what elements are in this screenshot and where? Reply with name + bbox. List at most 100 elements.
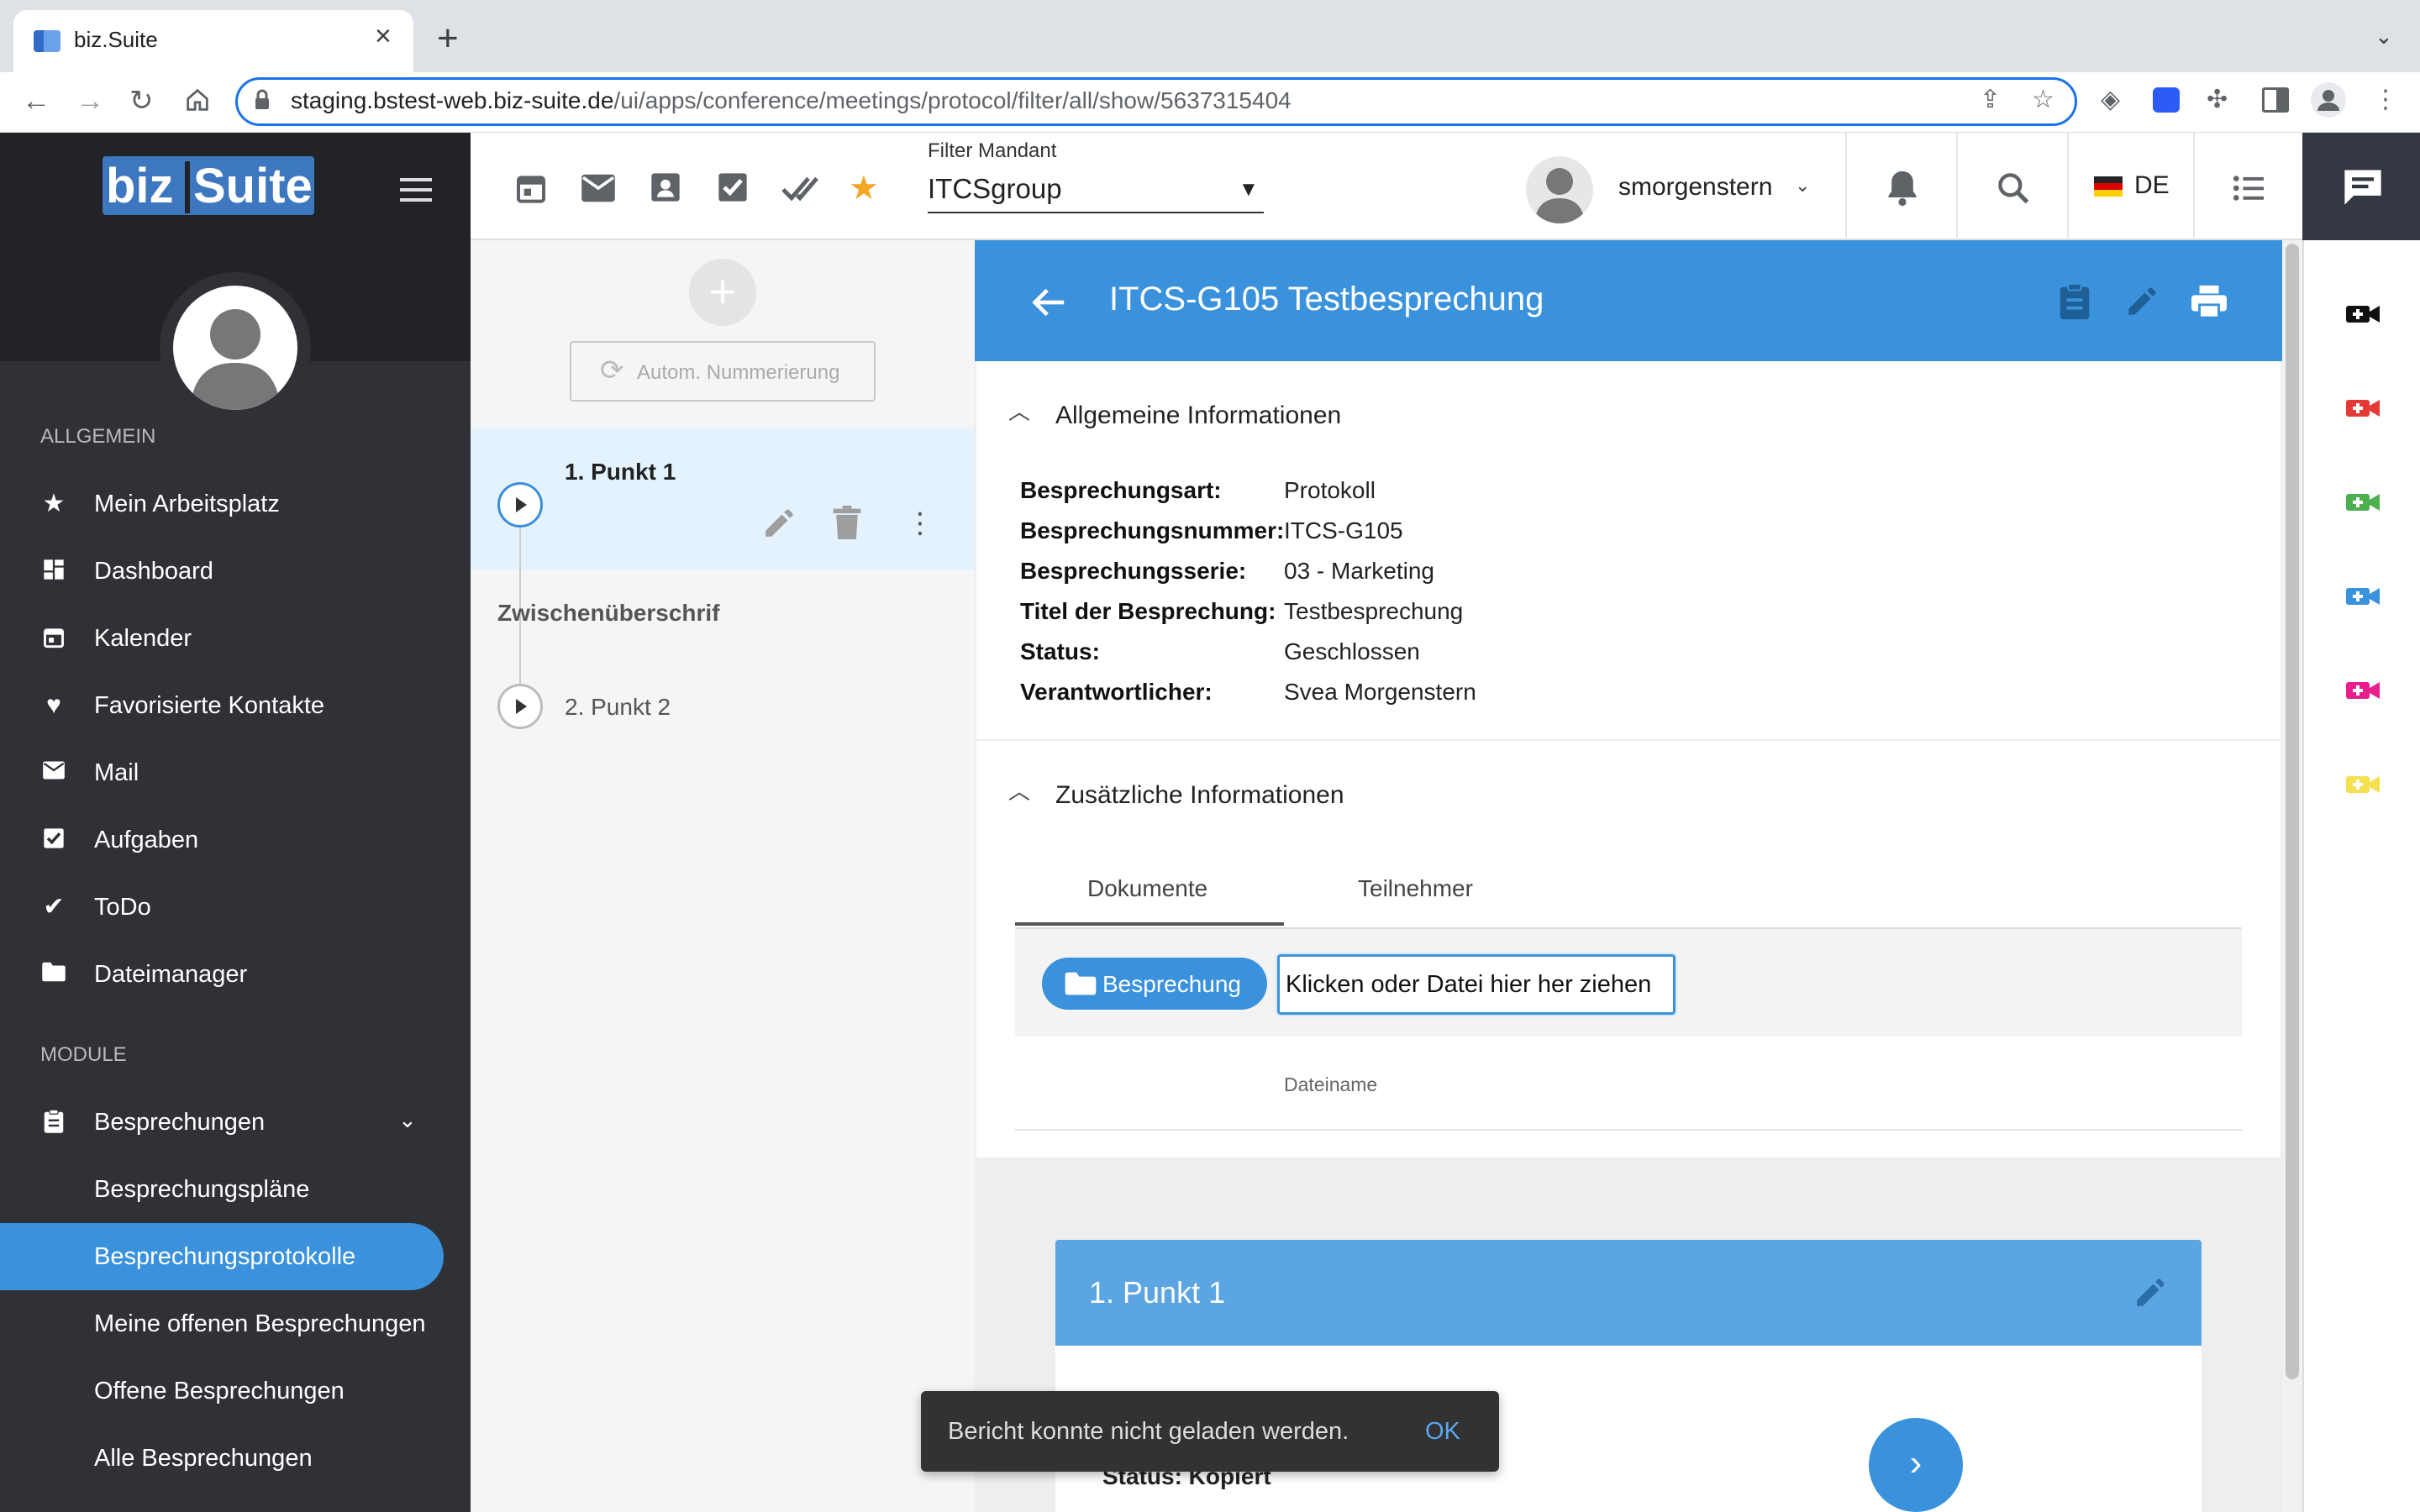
snackbar-ok-button[interactable]: OK <box>1425 1418 1460 1446</box>
edit-pencil-icon[interactable] <box>2133 1275 2168 1315</box>
scrollbar-thumb[interactable] <box>2286 244 2299 1379</box>
video-call-icon[interactable] <box>2346 398 2380 418</box>
print-icon[interactable] <box>2190 284 2228 323</box>
play-icon[interactable] <box>497 482 543 528</box>
bell-icon[interactable] <box>1884 168 1921 208</box>
video-call-icon[interactable] <box>2346 774 2380 795</box>
section-title-general[interactable]: Allgemeine Informationen <box>1055 402 1341 430</box>
list-item-label: 1. Punkt 1 <box>565 459 676 485</box>
chevron-up-icon[interactable]: ︿ <box>1008 774 1030 806</box>
header-divider <box>1845 133 1847 240</box>
reload-icon[interactable]: ↻ <box>129 82 154 119</box>
drop-zone-label: Klicken oder Datei hier her ziehen <box>1286 971 1652 998</box>
puzzle-icon[interactable]: ✣ <box>2207 86 2228 114</box>
clipboard-icon <box>40 1109 67 1136</box>
mail-icon[interactable] <box>580 173 617 207</box>
agenda-point-title: 1. Punkt 1 <box>1089 1275 1226 1310</box>
info-value: Geschlossen <box>1284 638 1420 664</box>
home-icon[interactable] <box>183 86 212 114</box>
task-checkbox-icon[interactable] <box>716 170 750 209</box>
video-call-icon[interactable] <box>2346 492 2380 512</box>
sidebar-item-label: Mein Arbeitsplatz <box>94 491 280 517</box>
upload-button-label: Besprechung <box>1102 971 1242 997</box>
avatar[interactable] <box>173 286 297 410</box>
section-title-additional[interactable]: Zusätzliche Informationen <box>1055 781 1344 810</box>
lock-icon[interactable] <box>254 89 271 111</box>
section-label-module: MODULE <box>40 1043 127 1066</box>
chevron-down-icon[interactable]: ⌄ <box>398 1107 417 1133</box>
play-icon[interactable] <box>497 684 543 729</box>
sidebar-item-todo[interactable] <box>0 874 471 941</box>
video-call-icon[interactable] <box>2346 586 2380 606</box>
sidebar-item-dashboard[interactable] <box>0 538 471 605</box>
sidebar-item-label: Favorisierte Kontakte <box>94 692 325 719</box>
list-item-punkt-1[interactable] <box>471 428 975 570</box>
tab-title: biz.Suite <box>74 27 158 52</box>
language-label[interactable]: DE <box>2134 171 2170 200</box>
new-tab-icon[interactable]: + <box>437 20 459 57</box>
hamburger-menu-icon[interactable] <box>400 178 432 202</box>
search-icon[interactable] <box>1995 170 2032 207</box>
add-item-button[interactable]: + <box>689 259 756 326</box>
double-check-icon: ✔ <box>43 893 65 921</box>
more-vert-icon[interactable]: ⋮ <box>906 507 934 539</box>
video-call-icon[interactable] <box>2346 304 2380 324</box>
favorite-star-icon[interactable]: ★ <box>849 170 879 207</box>
german-flag-icon[interactable] <box>2094 176 2123 197</box>
chevron-down-icon[interactable]: ⌄ <box>1795 175 1810 197</box>
bookmark-star-icon[interactable]: ☆ <box>2032 86 2054 114</box>
list-menu-icon[interactable] <box>2232 173 2265 203</box>
url-text[interactable]: staging.bstest-web.biz-suite.de/ui/apps/… <box>291 87 1292 114</box>
double-check-icon[interactable] <box>780 171 820 209</box>
chevron-up-icon[interactable]: ︿ <box>1008 395 1030 426</box>
tab-search-chevron-icon[interactable]: ⌄ <box>2375 24 2393 50</box>
sidebar-item-label: Mail <box>94 759 139 786</box>
sidebar-item-label: Aufgaben <box>94 827 199 853</box>
video-call-icon[interactable] <box>2346 680 2380 701</box>
tab-dokumente[interactable]: Dokumente <box>1087 875 1207 902</box>
logo-text-biz: biz <box>106 159 174 213</box>
edit-pencil-icon[interactable] <box>761 506 797 545</box>
user-name[interactable]: smorgenstern <box>1618 173 1772 202</box>
zoom-extension-icon[interactable] <box>2153 87 2180 113</box>
browser-menu-icon[interactable]: ⋮ <box>2373 86 2398 114</box>
subheading[interactable]: Zwischenüberschrif <box>497 600 720 627</box>
calendar-icon[interactable] <box>514 170 548 209</box>
clipboard-icon[interactable] <box>2057 282 2092 325</box>
trash-icon[interactable] <box>830 504 864 545</box>
sidebar-item-aufgaben[interactable] <box>0 806 471 874</box>
contact-icon[interactable] <box>649 170 682 209</box>
list-item-label[interactable]: 2. Punkt 2 <box>565 694 671 721</box>
sidebar-item-label: Dateimanager <box>94 961 248 988</box>
forward-icon[interactable]: → <box>76 82 104 119</box>
side-panel-icon[interactable] <box>2262 87 2289 113</box>
sidebar-item-mail[interactable] <box>0 739 471 806</box>
edit-pencil-icon[interactable] <box>2124 284 2160 323</box>
info-key: Status: <box>1020 638 1100 664</box>
info-key: Verantwortlicher: <box>1020 679 1213 705</box>
share-icon[interactable]: ⇪ <box>1980 86 2001 114</box>
tab-close-icon[interactable]: × <box>375 22 392 50</box>
column-header-filename[interactable]: Dateiname <box>1284 1074 1377 1096</box>
next-fab-button[interactable]: › <box>1869 1418 1963 1512</box>
dashboard-icon <box>40 558 67 585</box>
sync-icon: ⟳ <box>600 354 624 386</box>
back-arrow-icon[interactable] <box>1030 286 1067 319</box>
chat-button[interactable] <box>2302 133 2420 240</box>
user-avatar[interactable] <box>1526 156 1593 223</box>
sidebar-item-kalender[interactable] <box>0 605 471 672</box>
profile-icon[interactable] <box>2311 82 2346 118</box>
tab-teilnehmer[interactable]: Teilnehmer <box>1358 875 1473 902</box>
sidebar-item-label: Besprechungen <box>94 1109 266 1136</box>
extension-diamond-icon[interactable]: ◈ <box>2101 86 2120 114</box>
header-divider <box>2193 133 2195 240</box>
folder-icon <box>40 961 67 988</box>
filter-mandant-value: ITCSgroup <box>928 173 1062 204</box>
back-icon[interactable]: ← <box>22 82 50 119</box>
sidebar-item-label: Alle Besprechungen <box>94 1445 313 1472</box>
folder-icon <box>1064 971 1097 996</box>
header-divider <box>1956 133 1958 240</box>
snackbar-message: Bericht konnte nicht geladen werden. <box>948 1418 1349 1445</box>
info-key: Titel der Besprechung: <box>1020 598 1276 624</box>
info-key: Besprechungsnummer: <box>1020 517 1285 543</box>
